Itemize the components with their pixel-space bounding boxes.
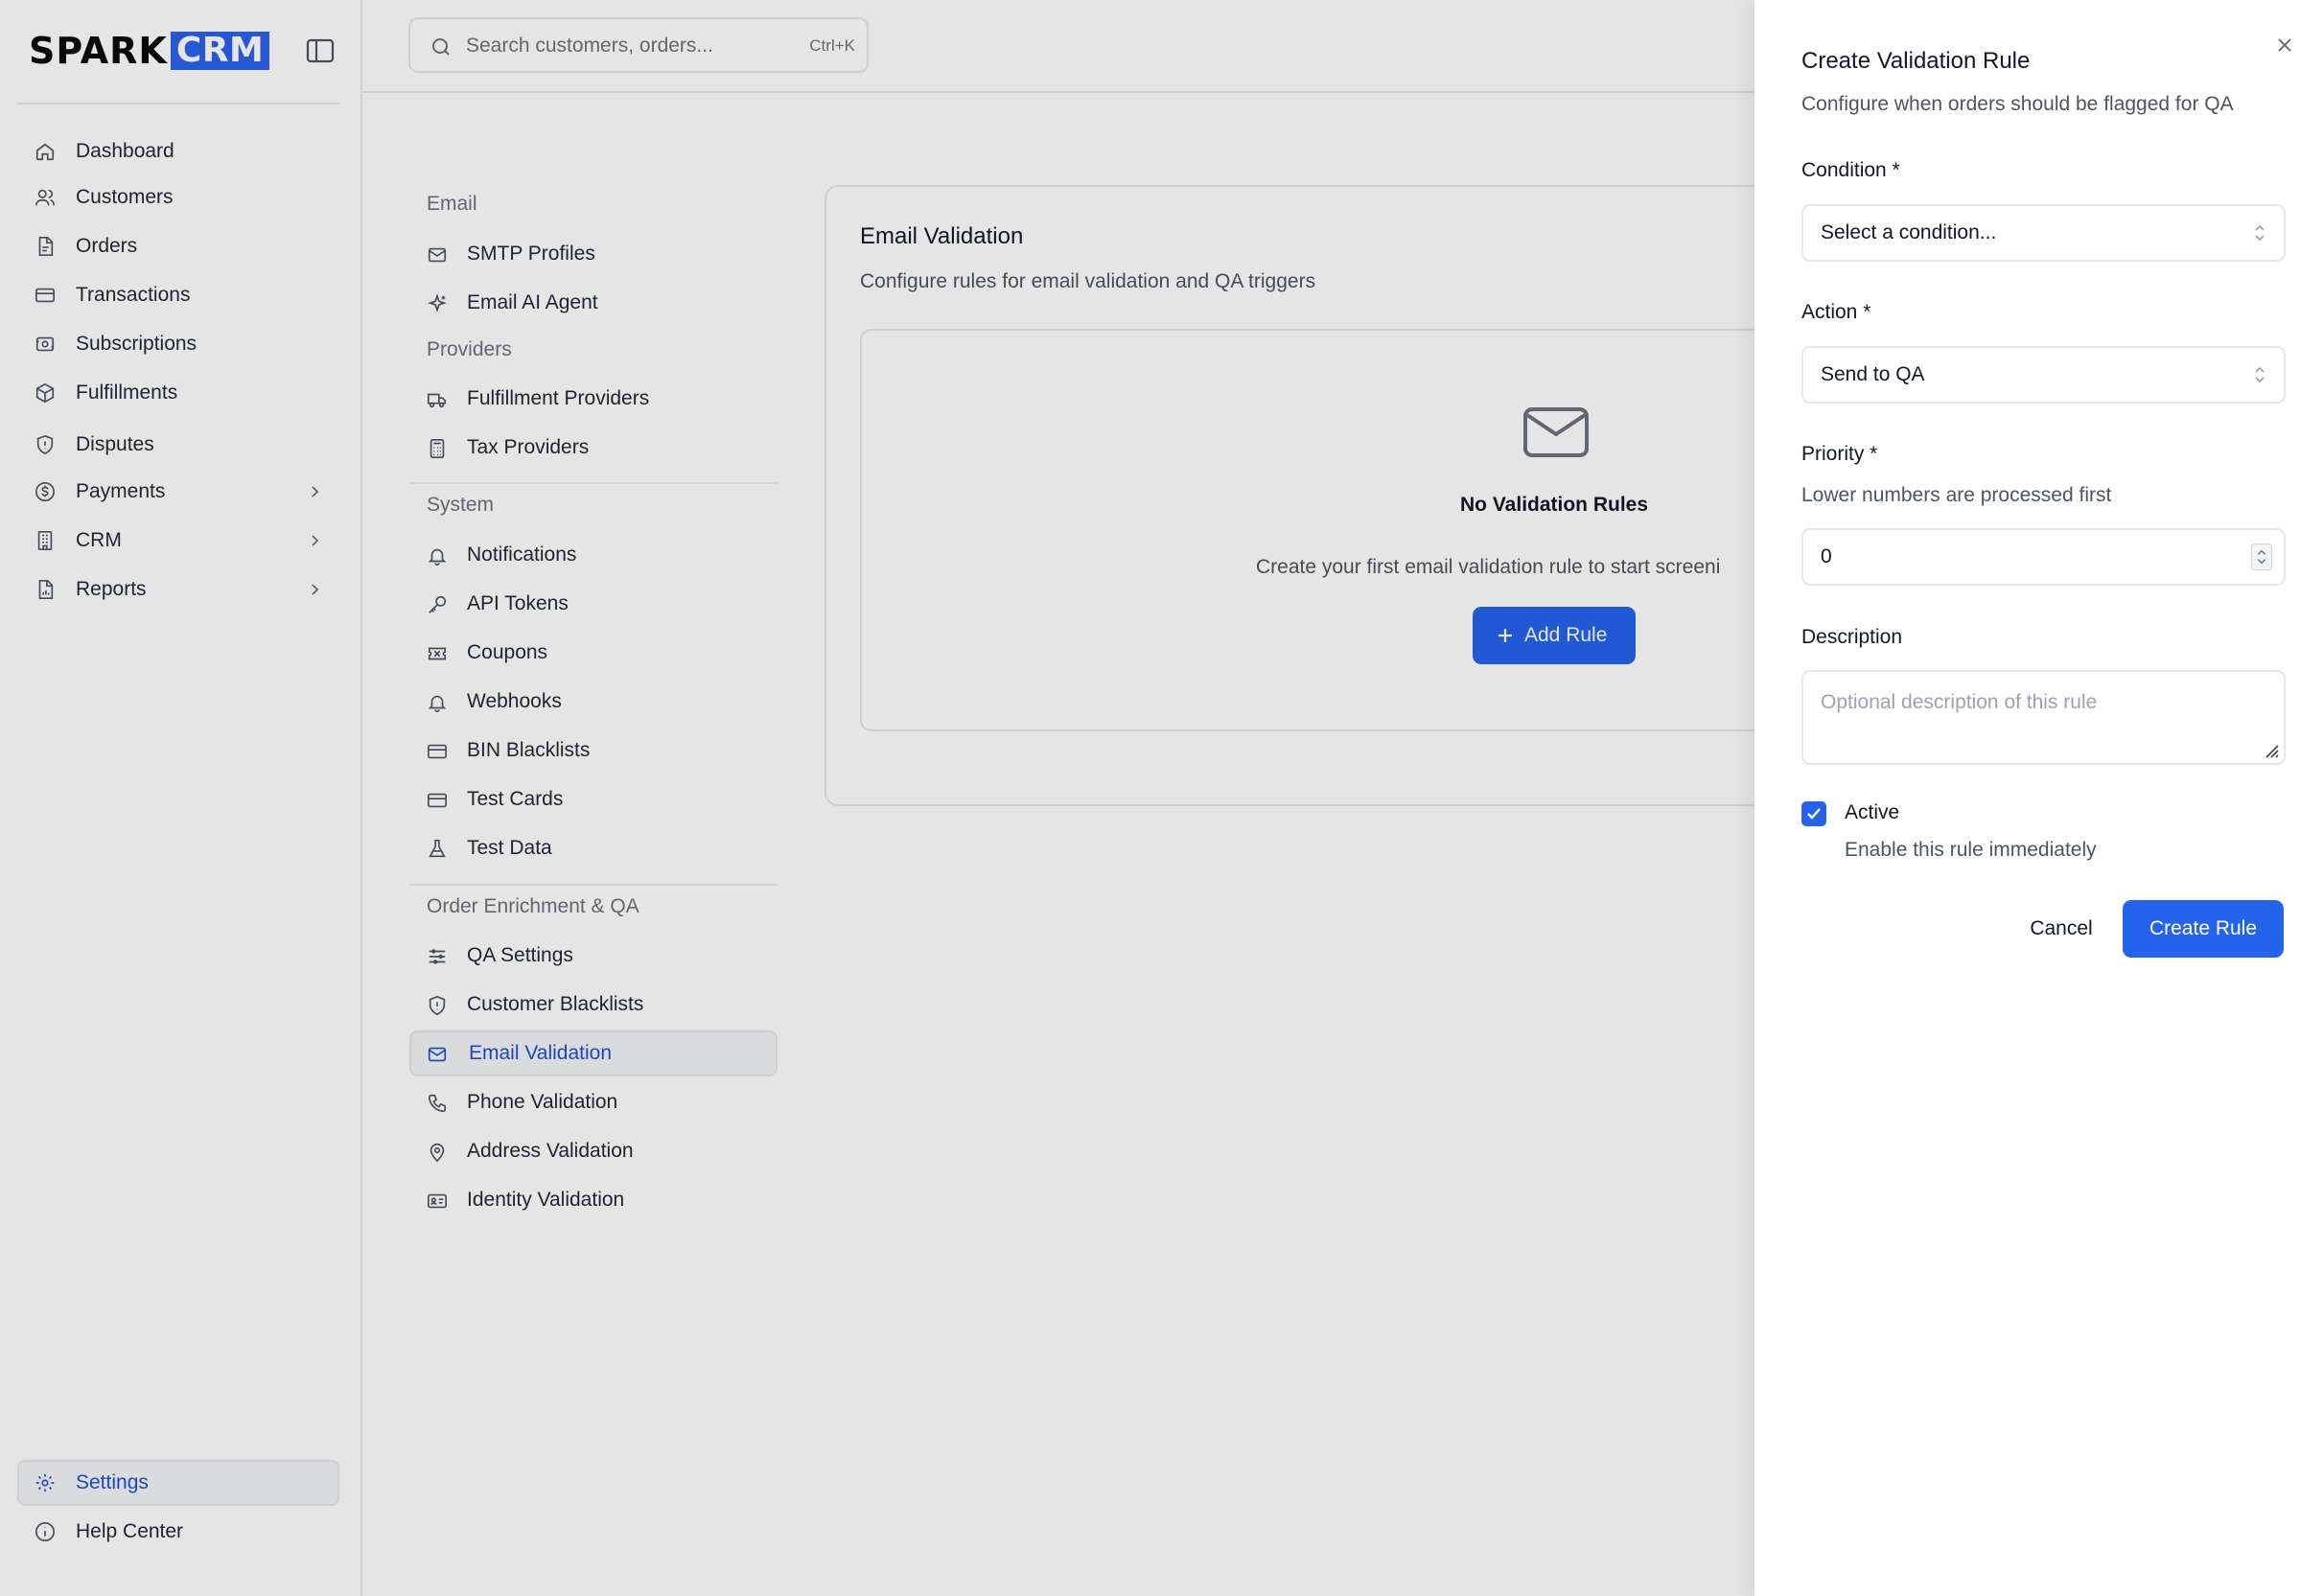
priority-help: Lower numbers are processed first [1801,484,2112,506]
description-label: Description [1801,626,1903,648]
action-select[interactable]: Send to QA [1801,346,2286,404]
action-label: Action * [1801,301,1871,323]
drawer-subtitle: Configure when orders should be flagged … [1801,93,2234,115]
chevron-up-down-icon [2251,222,2268,243]
priority-value: 0 [1821,545,1832,567]
resize-handle-icon[interactable] [2263,742,2280,759]
drawer-title: Create Validation Rule [1801,48,2031,74]
app-root: SPARK CRM Dashboard Customers Orders Tra… [0,0,2323,1596]
close-icon[interactable] [2274,35,2295,56]
priority-stepper[interactable] [2251,544,2272,570]
active-help: Enable this rule immediately [1845,839,2097,861]
cancel-button[interactable]: Cancel [2004,901,2119,957]
modal-overlay[interactable] [0,0,1754,1596]
condition-select[interactable]: Select a condition... [1801,204,2286,262]
description-textarea[interactable]: Optional description of this rule [1801,670,2286,765]
action-select-value: Send to QA [1821,363,1925,385]
priority-label: Priority * [1801,443,1878,465]
priority-input[interactable]: 0 [1801,528,2286,586]
condition-label: Condition * [1801,159,1900,181]
description-placeholder: Optional description of this rule [1821,691,2098,713]
chevron-up-down-icon [2251,364,2268,385]
create-rule-drawer: Create Validation Rule Configure when or… [1754,0,2323,1596]
condition-select-value: Select a condition... [1821,221,1997,243]
active-label: Active [1845,801,1900,823]
create-rule-button[interactable]: Create Rule [2123,900,2284,958]
active-checkbox[interactable] [1801,801,1826,826]
